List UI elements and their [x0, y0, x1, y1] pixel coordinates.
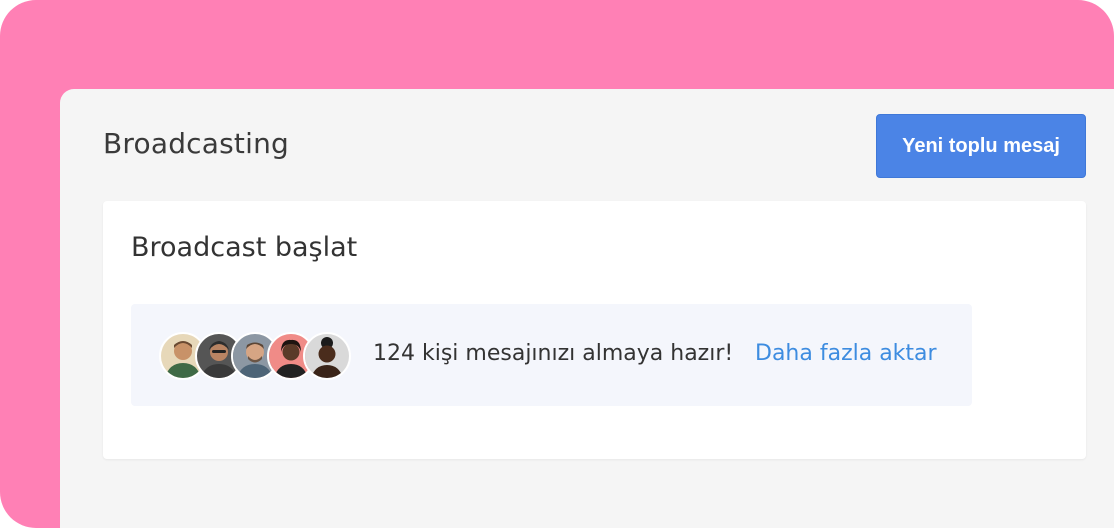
- page-title: Broadcasting: [103, 127, 289, 160]
- broadcast-card: Broadcast başlat 124 kişi mesajınızı alm…: [103, 201, 1086, 459]
- import-more-link[interactable]: Daha fazla aktar: [755, 341, 937, 366]
- new-broadcast-button[interactable]: Yeni toplu mesaj: [876, 114, 1086, 178]
- card-title: Broadcast başlat: [131, 232, 358, 263]
- avatar: [303, 332, 351, 380]
- app-window: Broadcasting Yeni toplu mesaj Broadcast …: [60, 89, 1114, 528]
- audience-banner: 124 kişi mesajınızı almaya hazır! Daha f…: [131, 304, 972, 406]
- audience-count-text: 124 kişi mesajınızı almaya hazır!: [373, 341, 734, 366]
